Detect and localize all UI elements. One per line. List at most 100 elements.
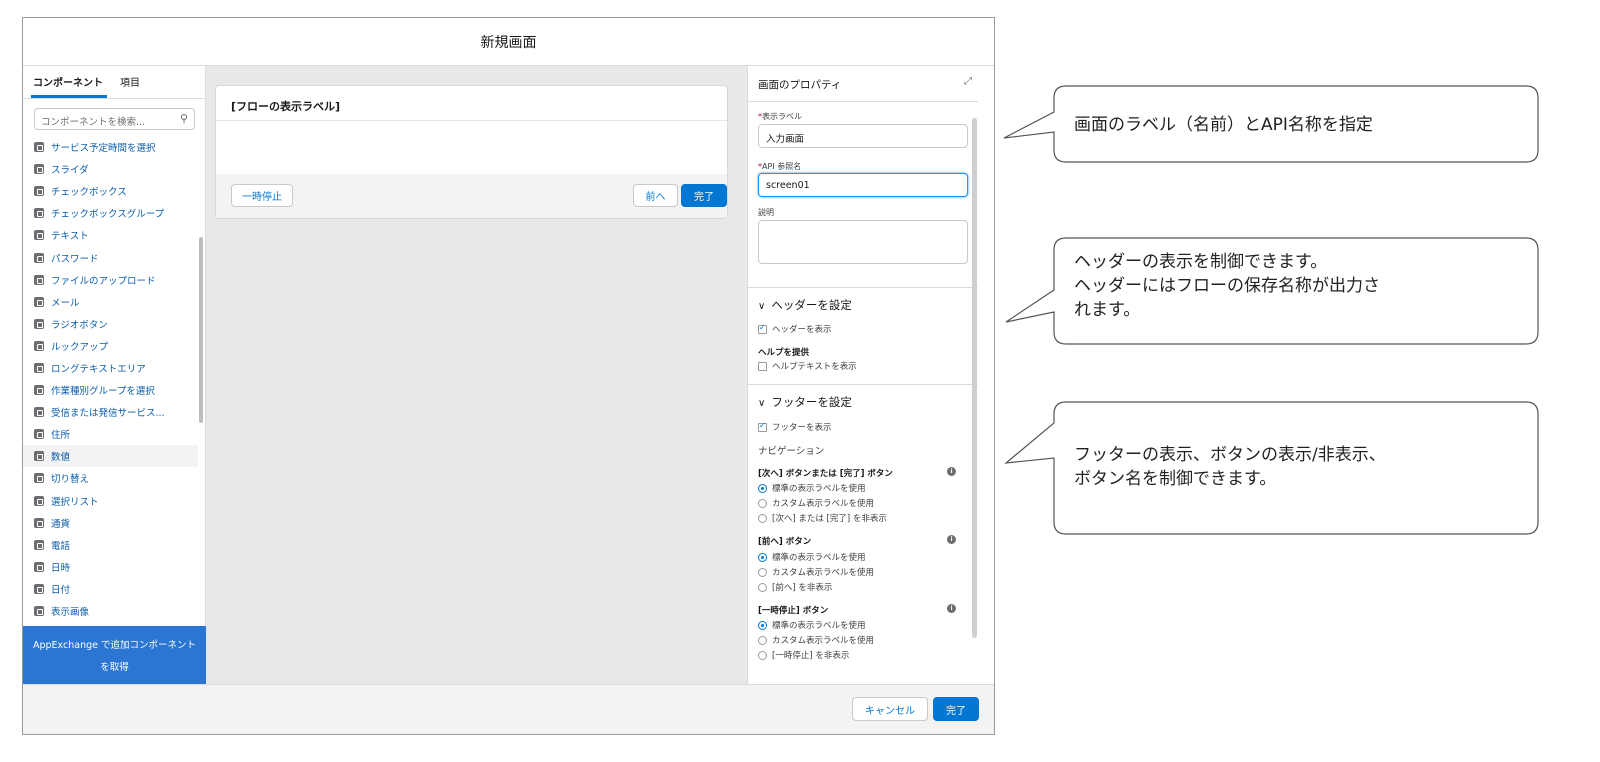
palette-item-label: テキスト — [51, 231, 89, 243]
expand-icon[interactable]: ⤢ — [964, 76, 972, 87]
palette-item[interactable]: 通貨 — [23, 512, 198, 534]
palette-item[interactable]: 電話 — [23, 534, 198, 556]
properties-header: 画面のプロパティ ⤢ — [748, 66, 978, 102]
new-screen-dialog: 新規画面 コンポーネント 項目 コンポーネントを検索... ⚲ サービス予定時間… — [22, 17, 995, 735]
palette-item[interactable]: テキスト — [23, 224, 198, 246]
search-placeholder: コンポーネントを検索... — [41, 117, 146, 128]
pause-standard-radio[interactable]: 標準の表示ラベルを使用 — [758, 619, 866, 631]
pause-button[interactable]: 一時停止 — [231, 184, 293, 207]
api-name-input[interactable]: screen01 — [758, 173, 968, 197]
checkbox-empty-icon — [758, 361, 767, 371]
palette-scrollbar[interactable] — [199, 237, 203, 423]
callout-2-text: ヘッダーの表示を制御できます。 ヘッダーにはフローの保存名称が出力さ れます。 — [1074, 250, 1380, 322]
palette-item[interactable]: 日付 — [23, 578, 198, 600]
palette-item-label: 選択リスト — [51, 496, 99, 508]
prev-standard-radio[interactable]: 標準の表示ラベルを使用 — [758, 551, 866, 563]
palette-item-label: 作業種別グループを選択 — [51, 386, 155, 398]
next-custom-radio[interactable]: カスタム表示ラベルを使用 — [758, 497, 874, 509]
header-section-toggle[interactable]: ∨ ヘッダーを設定 — [758, 297, 852, 313]
dialog-title: 新規画面 — [480, 34, 537, 51]
palette-item[interactable]: 選択リスト — [23, 490, 198, 512]
component-search-input[interactable]: コンポーネントを検索... ⚲ — [34, 108, 195, 130]
palette-item[interactable]: パスワード — [23, 246, 198, 268]
palette-item[interactable]: ファイルのアップロード — [23, 269, 198, 291]
palette-item-label: ロングテキストエリア — [51, 363, 146, 375]
show-help-checkbox[interactable]: ヘルプテキストを表示 — [758, 360, 857, 372]
prev-custom-radio[interactable]: カスタム表示ラベルを使用 — [758, 566, 874, 578]
component-type-icon — [34, 252, 44, 263]
component-type-icon — [34, 539, 44, 550]
radio-selected-icon — [758, 552, 767, 562]
prev-hide-radio[interactable]: [前へ] を非表示 — [758, 581, 832, 593]
info-icon[interactable]: i — [947, 604, 956, 613]
label-field-label: *表示ラベル — [758, 112, 802, 121]
finish-button[interactable]: 完了 — [681, 184, 727, 207]
pause-custom-radio[interactable]: カスタム表示ラベルを使用 — [758, 634, 874, 646]
component-type-icon — [34, 186, 44, 197]
callout-3-line: フッターの表示、ボタンの表示/非表示、 — [1074, 445, 1386, 465]
dialog-footer: キャンセル 完了 — [23, 684, 994, 734]
palette-item-label: パスワード — [51, 253, 99, 265]
component-type-icon — [34, 495, 44, 506]
palette-item[interactable]: 日時 — [23, 556, 198, 578]
palette-item[interactable]: スライダ — [23, 158, 198, 180]
show-footer-checkbox[interactable]: フッターを表示 — [758, 421, 832, 433]
component-type-icon — [34, 517, 44, 528]
description-textarea[interactable] — [758, 220, 968, 264]
api-name-field-label: *API 参照名 — [758, 162, 802, 171]
component-palette: コンポーネント 項目 コンポーネントを検索... ⚲ サービス予定時間を選択スラ… — [23, 66, 206, 685]
palette-item-label: 受信または発信サービス... — [51, 408, 165, 420]
label-input[interactable]: 入力画面 — [758, 124, 968, 148]
component-type-icon — [34, 473, 44, 484]
palette-item-label: スライダ — [51, 165, 89, 177]
component-type-icon — [34, 362, 44, 373]
palette-item-label: 切り替え — [51, 474, 90, 486]
palette-item-label: 表示画像 — [51, 607, 90, 619]
tab-components[interactable]: コンポーネント — [33, 74, 103, 89]
done-button[interactable]: 完了 — [933, 697, 979, 721]
palette-item[interactable]: サービス予定時間を選択 — [23, 136, 198, 158]
cancel-button[interactable]: キャンセル — [852, 697, 928, 721]
palette-item-label: 電話 — [51, 540, 71, 552]
component-type-icon — [34, 583, 44, 594]
next-standard-radio[interactable]: 標準の表示ラベルを使用 — [758, 482, 866, 494]
radio-selected-icon — [758, 620, 767, 630]
palette-item[interactable]: 切り替え — [23, 467, 198, 489]
info-icon[interactable]: i — [947, 467, 956, 476]
description-label: 説明 — [758, 208, 774, 217]
callout-1-text: 画面のラベル（名前）とAPI名称を指定 — [1074, 115, 1373, 135]
palette-item[interactable]: 数値 — [23, 445, 198, 468]
footer-section-toggle[interactable]: ∨ フッターを設定 — [758, 394, 852, 410]
palette-item[interactable]: ルックアップ — [23, 335, 198, 357]
palette-item[interactable]: 受信または発信サービス... — [23, 401, 198, 423]
palette-item[interactable]: 住所 — [23, 423, 198, 445]
tab-fields[interactable]: 項目 — [120, 74, 140, 89]
checkbox-checked-icon — [758, 323, 767, 334]
component-type-icon — [34, 230, 44, 241]
next-hide-radio[interactable]: [次へ] または [完了] を非表示 — [758, 512, 887, 524]
divider — [748, 287, 978, 288]
dialog-header: 新規画面 — [23, 18, 994, 66]
palette-item[interactable]: チェックボックス — [23, 180, 198, 202]
screen-properties-panel: 画面のプロパティ ⤢ *表示ラベル 入力画面 *API 参照名 screen01… — [747, 66, 978, 685]
palette-item-label: 日時 — [51, 562, 71, 574]
palette-item[interactable]: チェックボックスグループ — [23, 202, 198, 224]
pause-hide-radio[interactable]: [一時停止] を非表示 — [758, 649, 849, 661]
component-type-icon — [34, 208, 44, 219]
appexchange-button[interactable]: AppExchange で追加コンポーネントを取得 — [23, 626, 206, 685]
palette-item[interactable]: ラジオボタン — [23, 313, 198, 335]
palette-item[interactable]: ロングテキストエリア — [23, 357, 198, 379]
radio-empty-icon — [758, 498, 767, 508]
component-type-icon — [34, 451, 44, 462]
show-header-checkbox[interactable]: ヘッダーを表示 — [758, 323, 832, 335]
screen-canvas: [フローの表示ラベル] 一時停止 前へ 完了 — [206, 66, 747, 685]
palette-item[interactable]: メール — [23, 291, 198, 313]
properties-scrollbar[interactable] — [972, 118, 977, 638]
screen-preview-card[interactable]: [フローの表示ラベル] 一時停止 前へ 完了 — [215, 85, 728, 219]
screen-footer-preview: 一時停止 前へ 完了 — [216, 174, 727, 218]
palette-item[interactable]: 表示画像 — [23, 600, 198, 622]
previous-button[interactable]: 前へ — [633, 184, 678, 207]
palette-item[interactable]: 作業種別グループを選択 — [23, 379, 198, 401]
checkbox-checked-icon — [758, 421, 767, 432]
info-icon[interactable]: i — [947, 535, 956, 544]
